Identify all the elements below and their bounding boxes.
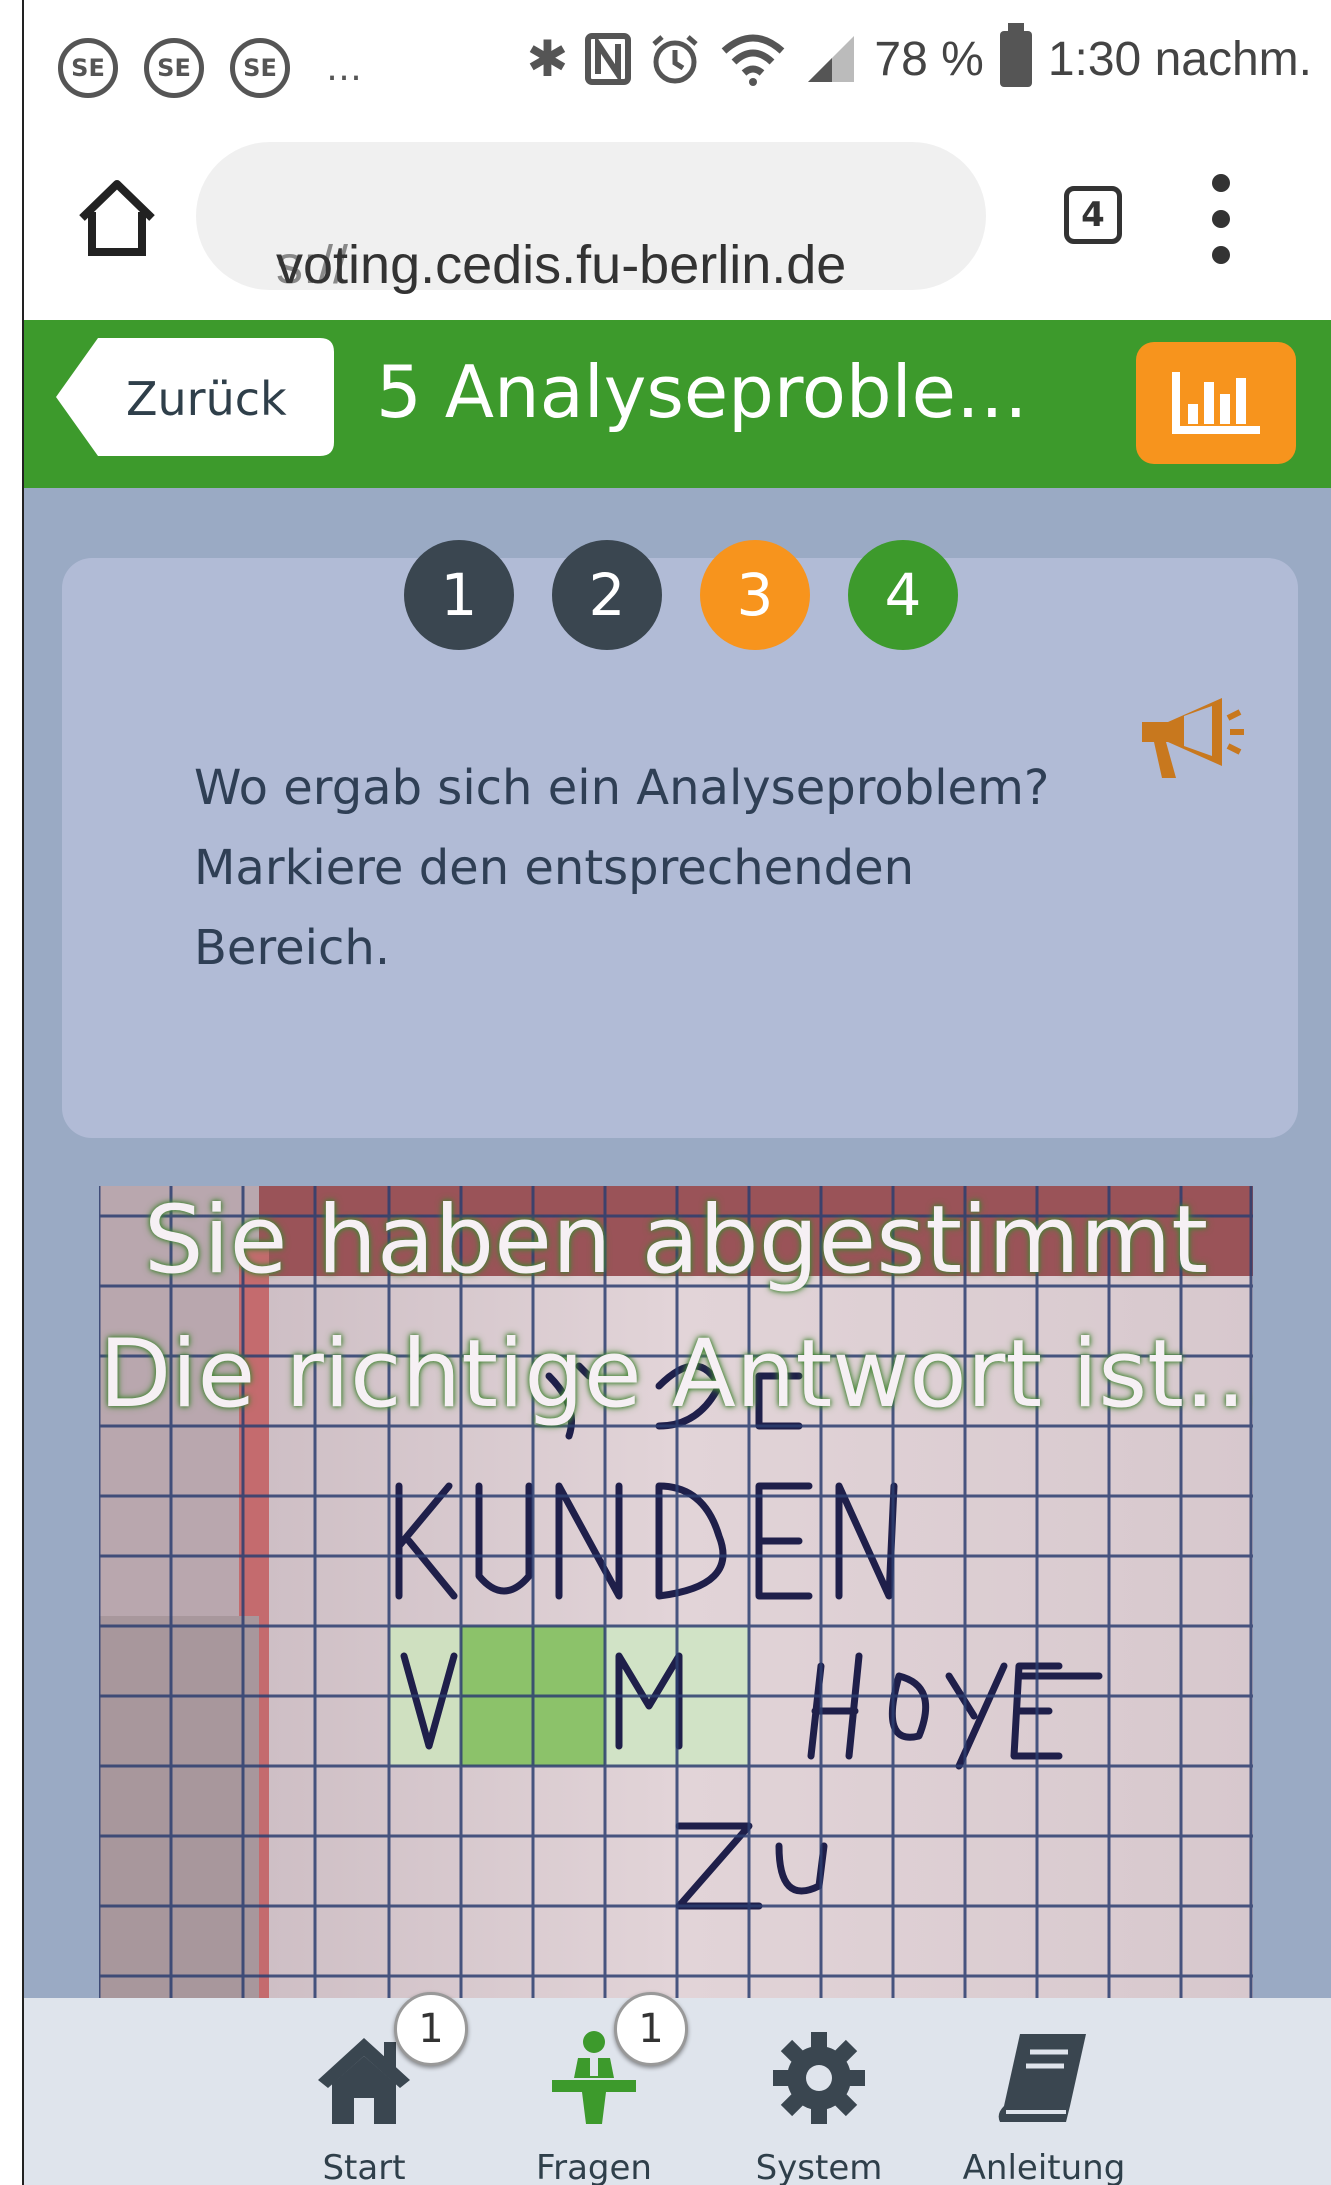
book-icon bbox=[998, 2034, 1086, 2122]
step-2[interactable]: 2 bbox=[552, 540, 662, 650]
phone-frame: SE SE SE … ✱ 78 % 1:30 nachm. s://voting… bbox=[22, 0, 1331, 2185]
question-stepper: 1 2 3 4 bbox=[404, 540, 958, 650]
address-bar[interactable]: s://voting.cedis.fu-berlin.de bbox=[196, 142, 986, 295]
status-bar: SE SE SE … ✱ 78 % 1:30 nachm. bbox=[24, 0, 1331, 130]
voted-message: Sie haben abgestimmt bbox=[143, 1186, 1209, 1295]
alarm-icon bbox=[652, 35, 699, 84]
nav-fragen-badge: 1 bbox=[614, 1992, 688, 2066]
bottom-navigation: Start 1 Fragen 1 System Anleitung bbox=[24, 1992, 1331, 2185]
browser-toolbar: s://voting.cedis.fu-berlin.de 4 bbox=[24, 130, 1331, 320]
nav-fragen-label: Fragen bbox=[536, 2148, 652, 2185]
back-button[interactable]: Zurück bbox=[54, 336, 336, 458]
app-notification-icon: SE bbox=[144, 38, 204, 98]
app-header: Zurück 5 Analyseproble… bbox=[24, 320, 1331, 488]
hotspot-image[interactable]: Sie haben abgestimmt Die richtige Antwor… bbox=[99, 1186, 1253, 1998]
browser-menu-icon[interactable] bbox=[1206, 174, 1236, 264]
nav-start-badge: 1 bbox=[394, 1992, 468, 2066]
question-line-2: Markiere den entsprechenden bbox=[194, 840, 915, 896]
home-icon[interactable] bbox=[72, 174, 162, 264]
bluetooth-icon: ✱ bbox=[526, 31, 569, 87]
step-4[interactable]: 4 bbox=[848, 540, 958, 650]
results-chart-button[interactable] bbox=[1136, 342, 1296, 464]
battery-percent: 78 % bbox=[874, 32, 984, 86]
question-line-1: Wo ergab sich ein Analyseproblem? bbox=[194, 760, 1050, 816]
bar-chart-icon bbox=[1172, 372, 1260, 434]
nav-anleitung[interactable]: Anleitung bbox=[954, 2020, 1134, 2185]
nav-system[interactable]: System bbox=[729, 2020, 909, 2185]
tab-switcher-button[interactable]: 4 bbox=[1064, 186, 1122, 244]
step-1[interactable]: 1 bbox=[404, 540, 514, 650]
wifi-icon bbox=[722, 34, 785, 86]
step-3-current[interactable]: 3 bbox=[700, 540, 810, 650]
nfc-icon bbox=[585, 33, 632, 85]
question-line-3: Bereich. bbox=[194, 920, 391, 976]
page-title: 5 Analyseproble… bbox=[376, 350, 1028, 434]
more-notifications-icon: … bbox=[326, 47, 362, 89]
url-host: voting.cedis.fu-berlin.de bbox=[276, 235, 847, 295]
correct-answer-message: Die richtige Antwort ist… bbox=[99, 1320, 1253, 1429]
app-notification-icon: SE bbox=[230, 38, 290, 98]
question-text: Wo ergab sich ein Analyseproblem? Markie… bbox=[194, 748, 1114, 988]
back-button-label: Zurück bbox=[126, 372, 287, 426]
nav-start-label: Start bbox=[322, 2148, 406, 2185]
battery-icon bbox=[999, 23, 1032, 87]
nav-anleitung-label: Anleitung bbox=[962, 2148, 1126, 2185]
app-notification-icon: SE bbox=[58, 38, 118, 98]
cell-signal-icon bbox=[808, 36, 855, 82]
nav-fragen[interactable]: Fragen 1 bbox=[504, 1992, 688, 2185]
nav-start[interactable]: Start 1 bbox=[274, 1992, 468, 2185]
gear-icon bbox=[773, 2032, 865, 2124]
whiteboard-photo bbox=[99, 1186, 1253, 1998]
clock: 1:30 nachm. bbox=[1047, 32, 1312, 86]
megaphone-icon[interactable] bbox=[1136, 692, 1246, 792]
nav-system-label: System bbox=[755, 2148, 883, 2185]
